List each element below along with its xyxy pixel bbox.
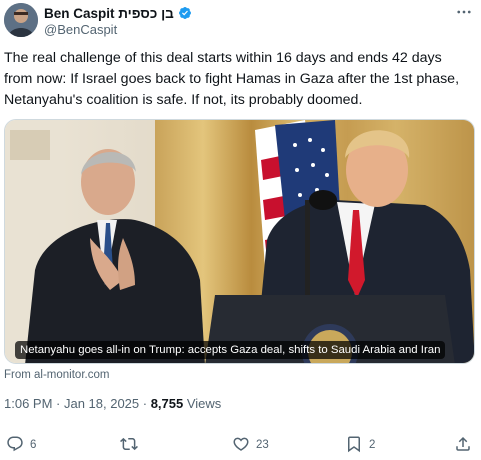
- like-button[interactable]: 23: [232, 434, 269, 456]
- reply-button[interactable]: 6: [6, 434, 36, 456]
- action-bar: 6 23 2: [4, 434, 477, 456]
- more-icon[interactable]: [453, 3, 475, 21]
- card-source[interactable]: From al-monitor.com: [4, 369, 109, 381]
- share-icon: [454, 435, 472, 456]
- like-count: 23: [256, 439, 269, 451]
- card-image: [5, 120, 474, 363]
- reply-count: 6: [30, 439, 37, 451]
- reply-icon: [6, 435, 24, 456]
- views-label: Views: [183, 396, 222, 411]
- repost-icon: [120, 435, 138, 456]
- verified-badge-icon: [178, 6, 192, 20]
- link-card[interactable]: Netanyahu goes all-in on Trump: accepts …: [4, 119, 475, 364]
- tweet-header: Ben Caspit בן כספית @BenCaspit: [4, 3, 477, 39]
- author-handle[interactable]: @BenCaspit: [44, 22, 117, 37]
- repost-button[interactable]: [120, 434, 144, 456]
- author-name-row: Ben Caspit בן כספית: [44, 4, 192, 22]
- tweet-text: The real challenge of this deal starts w…: [4, 50, 460, 108]
- bookmark-count: 2: [369, 439, 376, 451]
- card-caption: Netanyahu goes all-in on Trump: accepts …: [15, 341, 446, 359]
- author-name[interactable]: Ben Caspit בן כספית: [44, 6, 174, 21]
- like-icon: [232, 435, 250, 456]
- bookmark-icon: [345, 435, 363, 456]
- bookmark-button[interactable]: 2: [345, 434, 375, 456]
- views-count: 8,755: [150, 396, 184, 411]
- timestamp[interactable]: 1:06 PM · Jan 18, 2025 ·: [4, 396, 151, 411]
- tweet-meta: 1:06 PM · Jan 18, 2025 · 8,755 Views: [4, 396, 221, 411]
- share-button[interactable]: [454, 434, 472, 456]
- avatar[interactable]: [4, 3, 38, 37]
